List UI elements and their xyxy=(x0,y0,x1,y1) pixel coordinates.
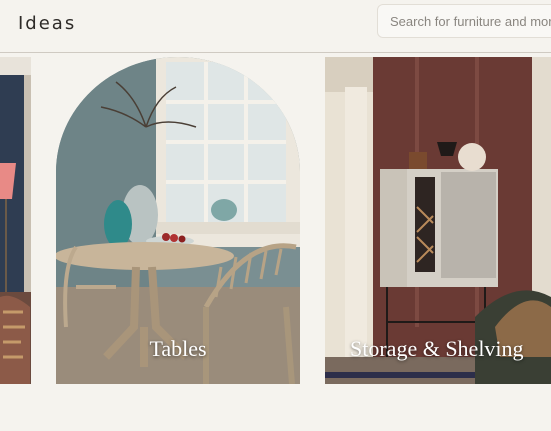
storage-shelving-label: Storage & Shelving xyxy=(350,336,524,361)
search-box[interactable] xyxy=(377,4,551,38)
search-input[interactable] xyxy=(378,5,551,37)
tables-image xyxy=(56,57,300,384)
category-card-tables[interactable]: Tables xyxy=(56,57,300,384)
category-card-storage-shelving[interactable]: Storage & Shelving xyxy=(325,57,551,384)
storage-shelving-image xyxy=(325,57,551,384)
tables-label: Tables xyxy=(149,336,207,361)
category-card-partial[interactable] xyxy=(0,57,31,384)
category-image-partial xyxy=(0,57,31,384)
top-bar: Ideas xyxy=(0,0,551,53)
page-title: Ideas xyxy=(18,13,77,34)
